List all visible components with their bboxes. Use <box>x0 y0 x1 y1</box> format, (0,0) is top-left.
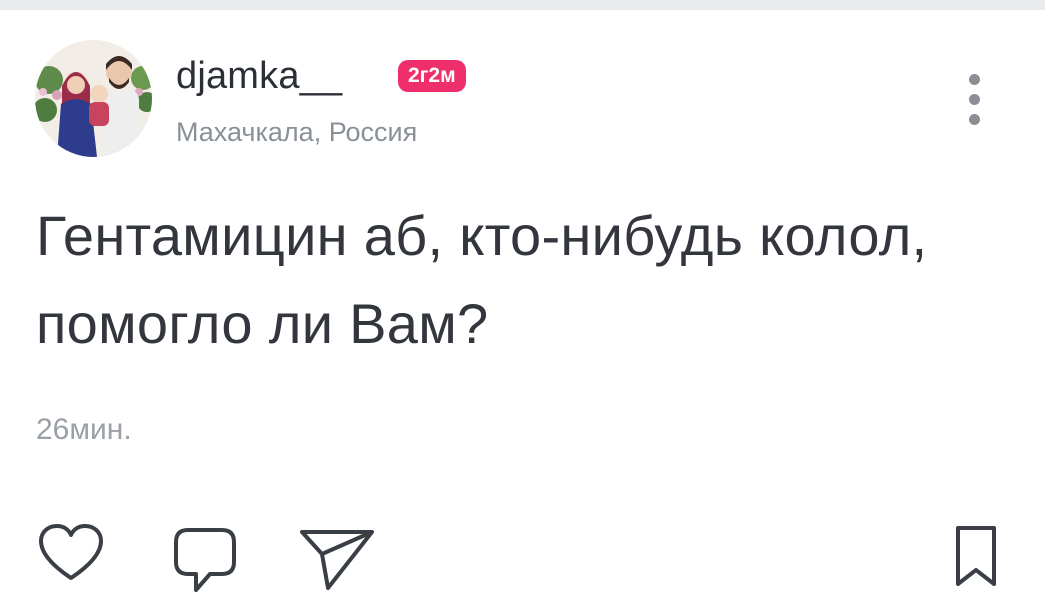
post-text: Гентамицин аб, кто-нибудь колол, помогло… <box>36 204 928 355</box>
username[interactable]: djamka__ <box>176 54 342 98</box>
bookmark-icon <box>956 526 996 586</box>
share-button[interactable] <box>298 522 378 596</box>
location-label[interactable]: Махачкала, Россия <box>176 116 417 148</box>
post-card: djamka__ 2г2м Махачкала, Россия Гентамиц… <box>0 10 1045 600</box>
heart-icon <box>39 524 103 580</box>
send-paper-plane-icon <box>300 530 374 590</box>
comment-button[interactable] <box>170 522 240 600</box>
comment-bubble-icon <box>174 528 236 592</box>
avatar[interactable] <box>35 40 152 157</box>
top-separator <box>0 0 1045 10</box>
more-vertical-icon[interactable] <box>958 70 992 130</box>
status-badge: 2г2м <box>398 60 466 92</box>
bookmark-button[interactable] <box>948 522 1004 592</box>
timestamp: 26мин. <box>36 413 132 446</box>
avatar-image <box>35 40 152 157</box>
like-button[interactable] <box>36 522 106 584</box>
